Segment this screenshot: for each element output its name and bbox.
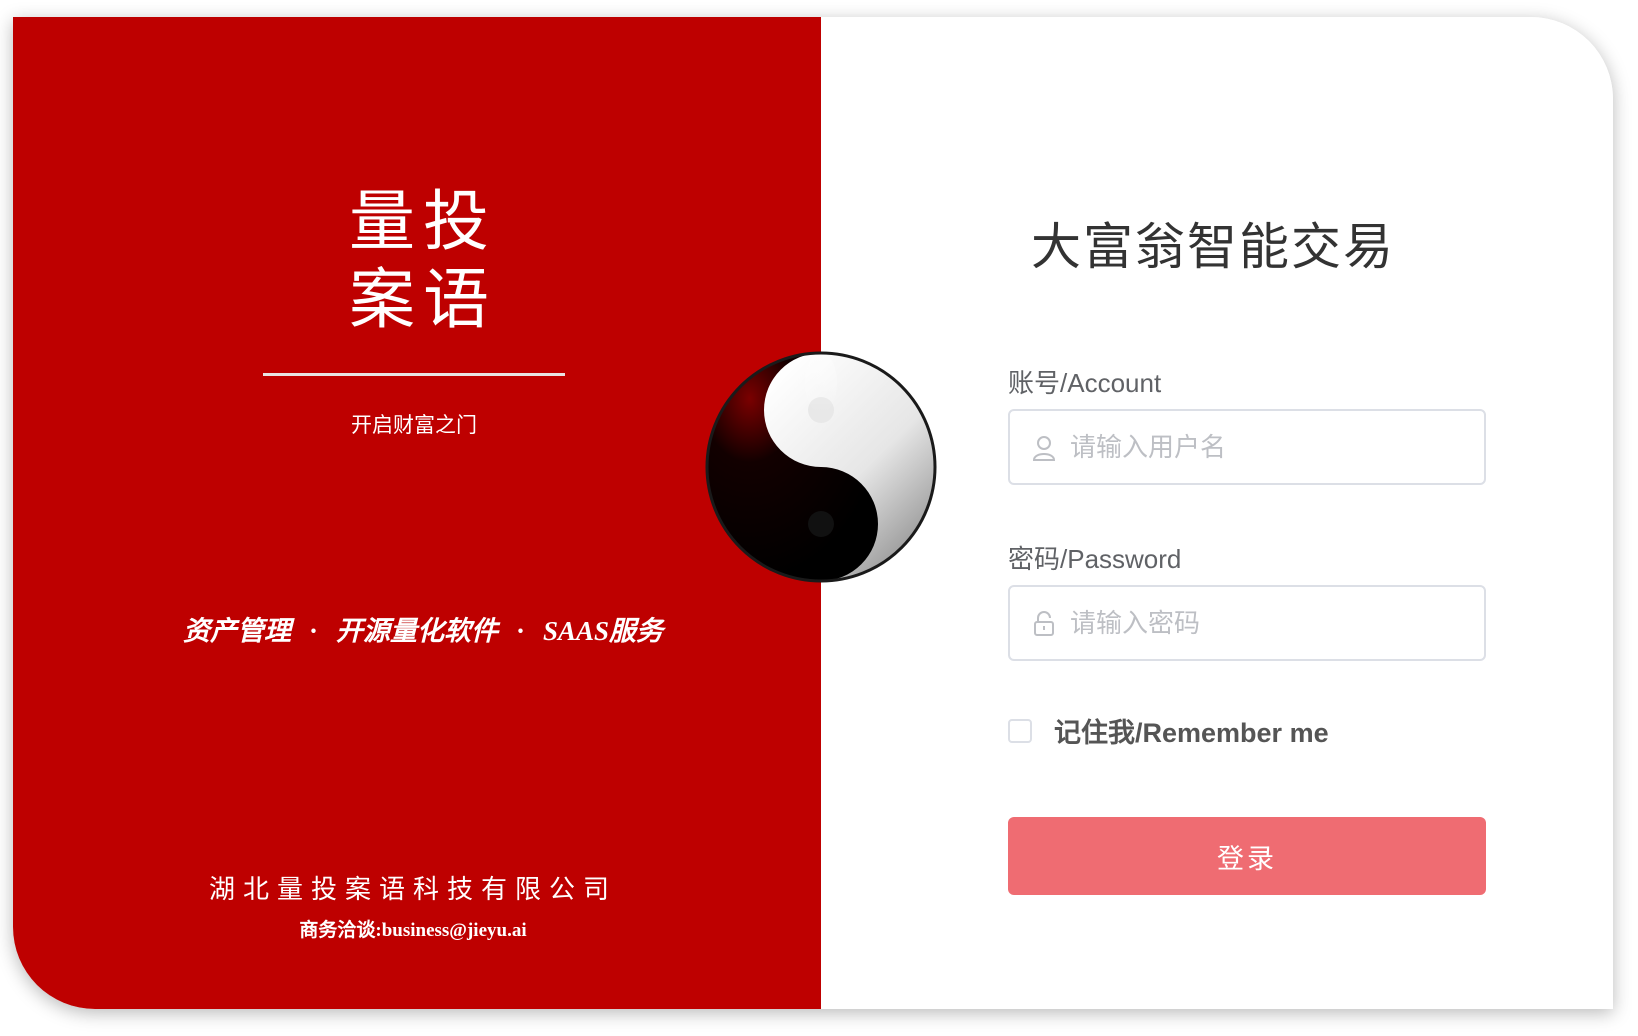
brand-line-1: 量投 [349, 183, 497, 260]
password-field[interactable] [1008, 585, 1486, 661]
business-contact: 商务洽谈:business@jieyu.ai [299, 920, 527, 941]
user-icon [1032, 435, 1056, 461]
remember-me-label: 记住我/Remember me [1054, 718, 1329, 748]
services-line: 资产管理 · 开源量化软件 · SAAS服务 [113, 609, 733, 648]
password-label: 密码/Password [1008, 544, 1182, 574]
lock-icon [1032, 611, 1056, 637]
brand-tagline: 开启财富之门 [351, 413, 477, 437]
service-open-source-quant: 开源量化软件 [335, 616, 498, 646]
remember-me-checkbox[interactable] [1008, 718, 1032, 743]
service-saas: SAAS服务 [542, 616, 664, 646]
app-title: 大富翁智能交易 [1031, 219, 1395, 275]
company-name: 湖北量投案语科技有限公司 [208, 875, 617, 905]
remember-me-option[interactable]: 记住我/Remember me [1008, 711, 1329, 750]
brand-line-2: 案语 [349, 261, 497, 338]
account-field[interactable] [1008, 409, 1486, 485]
login-card: 量投 案语 开启财富之门 资产管理 · 开源量化软件 · SAAS服务 湖北量投案语科技… [13, 17, 1613, 1009]
service-asset-management: 资产管理 [182, 616, 291, 646]
brand-logo-text: 量投 案语 [273, 183, 573, 339]
account-input[interactable] [1068, 411, 1472, 485]
account-label: 账号/Account [1008, 368, 1162, 398]
service-separator: · [515, 616, 525, 646]
service-separator: · [308, 616, 318, 646]
yin-yang-icon [705, 351, 937, 583]
login-button[interactable]: 登录 [1008, 817, 1486, 895]
password-input[interactable] [1068, 587, 1472, 661]
brand-divider [263, 373, 565, 376]
brand-panel: 量投 案语 开启财富之门 资产管理 · 开源量化软件 · SAAS服务 湖北量投案语科技… [13, 17, 821, 1009]
